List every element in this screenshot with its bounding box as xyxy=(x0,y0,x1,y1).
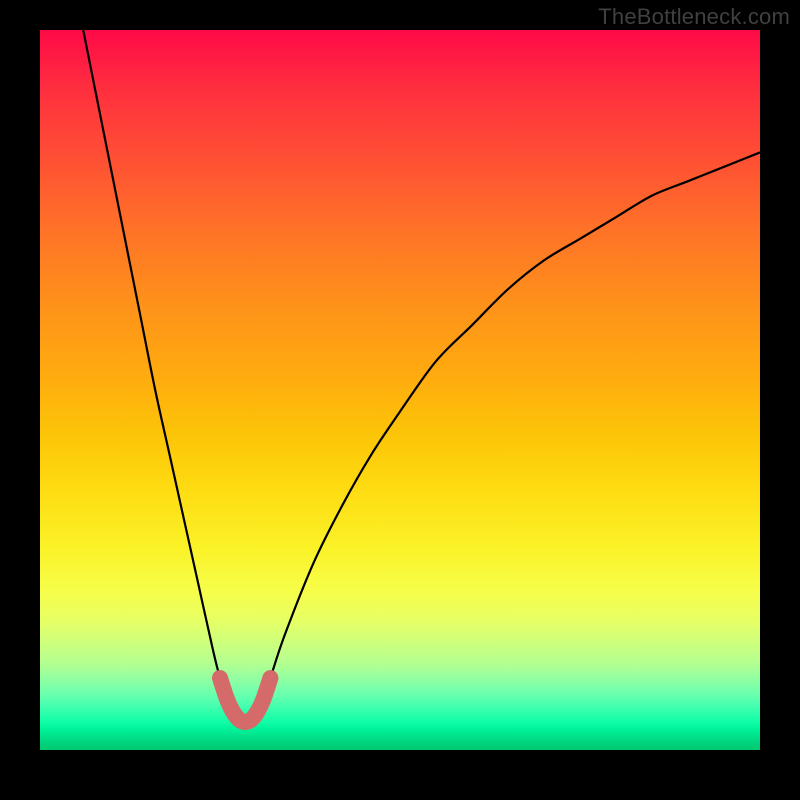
highlight-segment xyxy=(220,678,270,722)
chart-container: TheBottleneck.com xyxy=(0,0,800,800)
curve-layer xyxy=(40,30,760,750)
plot-area xyxy=(40,30,760,750)
watermark-text: TheBottleneck.com xyxy=(598,4,790,30)
bottleneck-curve xyxy=(83,30,760,722)
